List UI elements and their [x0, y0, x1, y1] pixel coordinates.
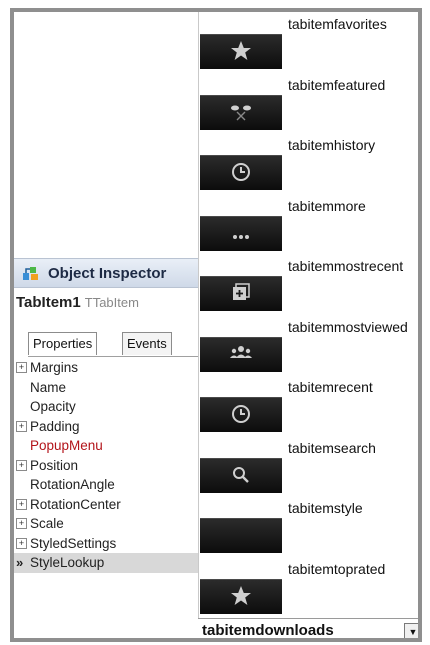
chevron-down-icon[interactable]: ▼	[404, 623, 418, 638]
component-name: TabItem1	[16, 294, 81, 311]
style-name: tabitemtoprated	[288, 560, 386, 577]
style-name: tabitemmore	[288, 197, 366, 214]
style-name: tabitemmostviewed	[288, 318, 408, 335]
people-icon	[230, 345, 252, 358]
more-dots-icon	[233, 234, 249, 239]
star-icon	[231, 585, 251, 605]
component-type: TTabItem	[84, 295, 139, 310]
style-list-item[interactable]: tabitemmostrecent	[198, 252, 418, 314]
style-preview-thumbnail	[200, 155, 282, 190]
expand-icon[interactable]: +	[16, 420, 27, 432]
expand-icon[interactable]: +	[16, 459, 27, 471]
style-list-item[interactable]: tabitemfeatured	[198, 71, 418, 133]
list-divider	[198, 12, 199, 622]
style-lookup-value-field[interactable]: tabitemdownloads ▼	[198, 618, 418, 639]
style-name: tabitemfeatured	[288, 76, 386, 93]
object-inspector-icon	[23, 267, 38, 280]
search-icon	[233, 466, 249, 483]
style-list-item[interactable]: tabitemrecent	[198, 373, 418, 435]
tab-events[interactable]: Events	[122, 332, 172, 355]
selected-marker: »	[16, 555, 24, 570]
property-list: + Margins Name Opacity + Padding PopupMenu + Pos…	[14, 358, 198, 573]
style-list-item[interactable]: tabitemfavorites	[198, 12, 418, 72]
property-row-margins[interactable]: + Margins	[14, 358, 198, 378]
property-row-rotationcenter[interactable]: + RotationCenter	[14, 495, 198, 515]
property-label: Name	[30, 379, 67, 395]
inspector-title: Object Inspector	[48, 265, 167, 282]
property-label: RotationCenter	[30, 496, 121, 512]
property-row-scale[interactable]: + Scale	[14, 514, 198, 534]
style-preview-thumbnail	[200, 578, 282, 614]
style-preview-thumbnail	[200, 518, 282, 553]
style-name: tabitemstyle	[288, 500, 363, 516]
style-list-item[interactable]: tabitemsearch	[198, 434, 418, 496]
star-icon	[231, 41, 251, 60]
property-label: Padding	[30, 418, 80, 434]
style-preview-thumbnail	[200, 34, 282, 69]
property-label: PopupMenu	[30, 438, 103, 453]
property-label: Position	[30, 457, 79, 473]
property-label: Margins	[30, 360, 79, 375]
component-selector[interactable]: TabItem1 TTabItem	[16, 294, 139, 311]
property-label: StyleLookup	[30, 555, 105, 570]
expand-icon[interactable]: +	[16, 518, 27, 529]
clock-icon	[232, 163, 250, 181]
style-preview-thumbnail	[200, 397, 282, 432]
property-row-padding[interactable]: + Padding	[14, 417, 198, 437]
object-inspector-panel: Object Inspector TabItem1 TTabItem Proper…	[14, 258, 198, 638]
featured-icon	[231, 105, 251, 120]
style-lookup-value: tabitemdownloads	[202, 622, 334, 639]
style-name: tabitemmostrecent	[288, 258, 404, 274]
property-label: Scale	[30, 516, 64, 531]
style-preview-thumbnail	[200, 215, 282, 251]
property-row-opacity[interactable]: Opacity	[14, 397, 198, 417]
window-frame: Object Inspector TabItem1 TTabItem Proper…	[10, 8, 422, 642]
expand-icon[interactable]: +	[16, 537, 27, 549]
style-name: tabitemhistory	[288, 137, 376, 153]
style-preview-thumbnail	[200, 457, 282, 493]
style-name: tabitemrecent	[288, 379, 373, 395]
style-preview-thumbnail	[200, 276, 282, 311]
style-preview-thumbnail	[200, 94, 282, 130]
style-list-item[interactable]: tabitemhistory	[198, 131, 418, 193]
property-label: Opacity	[30, 399, 76, 414]
expand-icon[interactable]: +	[16, 498, 27, 510]
clock-icon	[232, 405, 250, 423]
inspector-tabs: Properties Events	[28, 332, 198, 357]
inspector-header: Object Inspector	[14, 258, 198, 288]
property-label: RotationAngle	[30, 477, 115, 492]
property-row-rotationangle[interactable]: RotationAngle	[14, 475, 198, 495]
property-row-stylelookup[interactable]: » StyleLookup	[14, 553, 198, 573]
style-list-item[interactable]: tabitemmostviewed	[198, 313, 418, 375]
property-row-popupmenu[interactable]: PopupMenu	[14, 436, 198, 456]
style-list-item[interactable]: tabitemtoprated	[198, 555, 418, 617]
most-recent-icon	[233, 283, 250, 300]
property-row-styledsettings[interactable]: + StyledSettings	[14, 534, 198, 554]
style-lookup-dropdown-list: tabitemfavorites tabitemfeatured tabitemhi…	[198, 12, 418, 614]
style-list-item[interactable]: tabitemstyle	[198, 494, 418, 556]
style-preview-thumbnail	[200, 336, 282, 372]
style-name: tabitemfavorites	[288, 16, 387, 32]
style-list-item[interactable]: tabitemmore	[198, 192, 418, 254]
expand-icon[interactable]: +	[16, 362, 27, 373]
style-name: tabitemsearch	[288, 439, 376, 456]
property-row-position[interactable]: + Position	[14, 456, 198, 476]
tab-properties[interactable]: Properties	[28, 332, 98, 355]
property-row-name[interactable]: Name	[14, 378, 198, 398]
property-label: StyledSettings	[30, 535, 117, 551]
